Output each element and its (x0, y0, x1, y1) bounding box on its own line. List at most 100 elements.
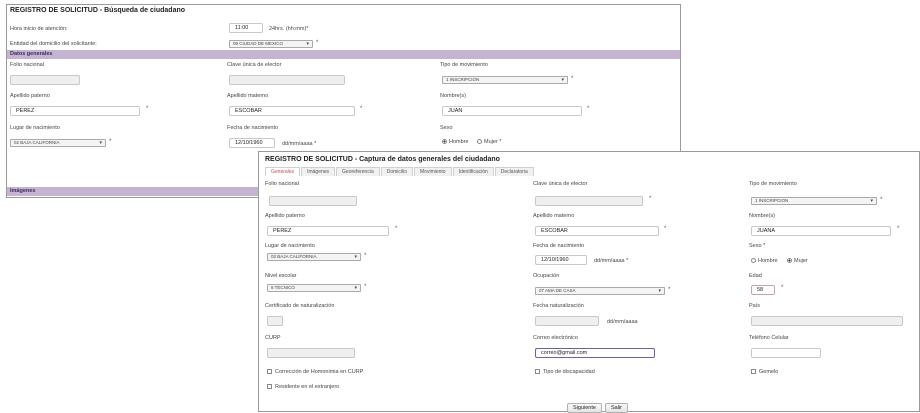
tab-georeferencia[interactable]: Georeferencia (336, 167, 380, 176)
radio-dot-icon (751, 258, 756, 263)
required-mark: * (649, 196, 652, 202)
tab-identificacion[interactable]: Identificación (452, 167, 494, 176)
correccion-checkbox[interactable]: Corrección de Homonimia en CURP (267, 369, 363, 375)
materno-input[interactable]: ESCOBAR (535, 226, 659, 236)
radio-hombre[interactable]: Hombre (442, 139, 469, 145)
tab-imagenes[interactable]: Imágenes (301, 167, 336, 176)
paterno-input[interactable]: PEREZ (10, 106, 140, 116)
entidad-select[interactable]: 09 CIUDAD DE MEXICO ▾ (229, 40, 313, 48)
tab-movimiento[interactable]: Movimiento (414, 167, 452, 176)
discap-label: Tipo de discapacidad (543, 369, 595, 375)
required-mark: * (668, 287, 671, 293)
clave-input[interactable] (229, 75, 345, 85)
tab-bar: Generales Imágenes Georeferencia Domicil… (265, 167, 535, 176)
fecha-label: Fecha de nacimiento (533, 243, 585, 249)
required-mark: * (880, 197, 883, 203)
front-window: REGISTRO DE SOLICITUD - Captura de datos… (258, 151, 920, 413)
materno-input[interactable]: ESCOBAR (229, 106, 355, 116)
gemelo-label: Gemelo (759, 369, 779, 375)
sexo-label: Sexo (440, 125, 453, 131)
section-datos-generales: Datos generales (7, 50, 680, 59)
tipo-select[interactable]: 1 INSCRIPCION ▾ (442, 76, 568, 84)
checkbox-icon (267, 369, 272, 374)
required-mark: * (781, 285, 784, 291)
tab-generales[interactable]: Generales (265, 167, 301, 176)
clave-input[interactable] (535, 196, 643, 206)
pais-input[interactable] (751, 316, 903, 326)
hora-input[interactable]: 11:00 (229, 23, 263, 33)
tab-declaratoria[interactable]: Declaratoria (494, 167, 534, 176)
page-title: REGISTRO DE SOLICITUD - Búsqueda de ciud… (10, 7, 186, 14)
paterno-input[interactable]: PEREZ (267, 226, 389, 236)
pais-label: País (749, 303, 761, 309)
required-mark: * (571, 76, 574, 82)
tipo-select[interactable]: 1 INSCRIPCION ▾ (751, 197, 877, 205)
nombre-label: Nombre(s) (440, 93, 466, 99)
checkbox-icon (535, 369, 540, 374)
folio-input[interactable] (269, 196, 357, 206)
tab-domicilio[interactable]: Domicilio (380, 167, 414, 176)
chevron-down-icon: ▾ (658, 288, 661, 294)
radio-mujer[interactable]: Mujer (787, 258, 808, 264)
tel-label: Teléfono Celular (749, 335, 789, 341)
required-mark: * (587, 106, 590, 112)
fecha-nat-label: Fecha naturalización (533, 303, 584, 309)
hombre-label: Hombre (449, 139, 469, 145)
front-title: REGISTRO DE SOLICITUD - Captura de datos… (265, 156, 500, 163)
required-mark: * (364, 253, 367, 259)
discapacidad-checkbox[interactable]: Tipo de discapacidad (535, 369, 595, 375)
required-mark: * (146, 106, 149, 112)
tipo-value: 1 INSCRIPCION (755, 198, 789, 203)
chevron-down-icon: ▾ (561, 77, 564, 83)
required-mark: * (364, 284, 367, 290)
residente-checkbox[interactable]: Residente en el extranjero (267, 384, 339, 390)
materno-label: Apellido materno (533, 213, 575, 219)
cert-label: Certificado de naturalización (265, 303, 335, 309)
cert-input[interactable] (267, 316, 283, 326)
radio-dot-icon (787, 258, 792, 263)
nivel-value: 6 TECNICO (271, 285, 295, 290)
radio-hombre[interactable]: Hombre (751, 258, 778, 264)
correo-input[interactable]: correo@gmail.com (535, 348, 655, 358)
edad-label: Edad (749, 273, 762, 279)
mujer-label: Mujer * (484, 139, 502, 145)
ocupacion-label: Ocupación (533, 273, 560, 279)
ocupacion-select[interactable]: 07 AMA DE CASA ▾ (535, 287, 665, 295)
lugar-label: Lugar de nacimiento (10, 125, 60, 131)
chevron-down-icon: ▾ (99, 140, 102, 146)
nivel-label: Nivel escolar (265, 273, 297, 279)
entidad-label: Entidad del domicilio del solicitante: (10, 41, 97, 47)
lugar-value: 02 BAJA CALIFORNIA (14, 140, 60, 145)
paterno-label: Apellido paterno (265, 213, 305, 219)
tel-input[interactable] (751, 348, 821, 358)
curp-input[interactable] (267, 348, 355, 358)
fecha-input[interactable]: 12/10/1960 (535, 255, 587, 265)
required-mark: * (897, 226, 900, 232)
lugar-select[interactable]: 02 BAJA CALIFORNIA ▾ (267, 253, 361, 261)
checkbox-icon (751, 369, 756, 374)
lugar-label: Lugar de nacimiento (265, 243, 315, 249)
fecha-nat-input[interactable] (535, 316, 599, 326)
correo-label: Correo electrónico (533, 335, 578, 341)
chevron-down-icon: ▾ (870, 198, 873, 204)
edad-input[interactable]: 58 (751, 285, 775, 295)
required-mark: * (664, 226, 667, 232)
hora-hint: 24hrs. (hh:mm)* (269, 26, 309, 32)
fecha-hint: dd/mm/aaaa * (282, 141, 317, 147)
folio-input[interactable] (10, 75, 80, 85)
tipo-value: 1 INSCRIPCION (446, 77, 480, 82)
radio-mujer[interactable]: Mujer * (477, 139, 501, 145)
chevron-down-icon: ▾ (354, 254, 357, 260)
nivel-select[interactable]: 6 TECNICO ▾ (267, 284, 361, 292)
required-mark: * (360, 106, 363, 112)
fecha-nat-hint: dd/mm/aaaa (607, 319, 638, 325)
gemelo-checkbox[interactable]: Gemelo (751, 369, 778, 375)
nombre-input[interactable]: JUANA (751, 226, 891, 236)
ocupacion-value: 07 AMA DE CASA (539, 288, 576, 293)
lugar-select[interactable]: 02 BAJA CALIFORNIA ▾ (10, 139, 106, 147)
fecha-input[interactable]: 12/10/1960 (229, 138, 275, 148)
nombre-label: Nombre(s) (749, 213, 775, 219)
nombre-input[interactable]: JUAN (442, 106, 582, 116)
radio-dot-icon (477, 139, 482, 144)
entidad-value: 09 CIUDAD DE MEXICO (233, 41, 284, 46)
